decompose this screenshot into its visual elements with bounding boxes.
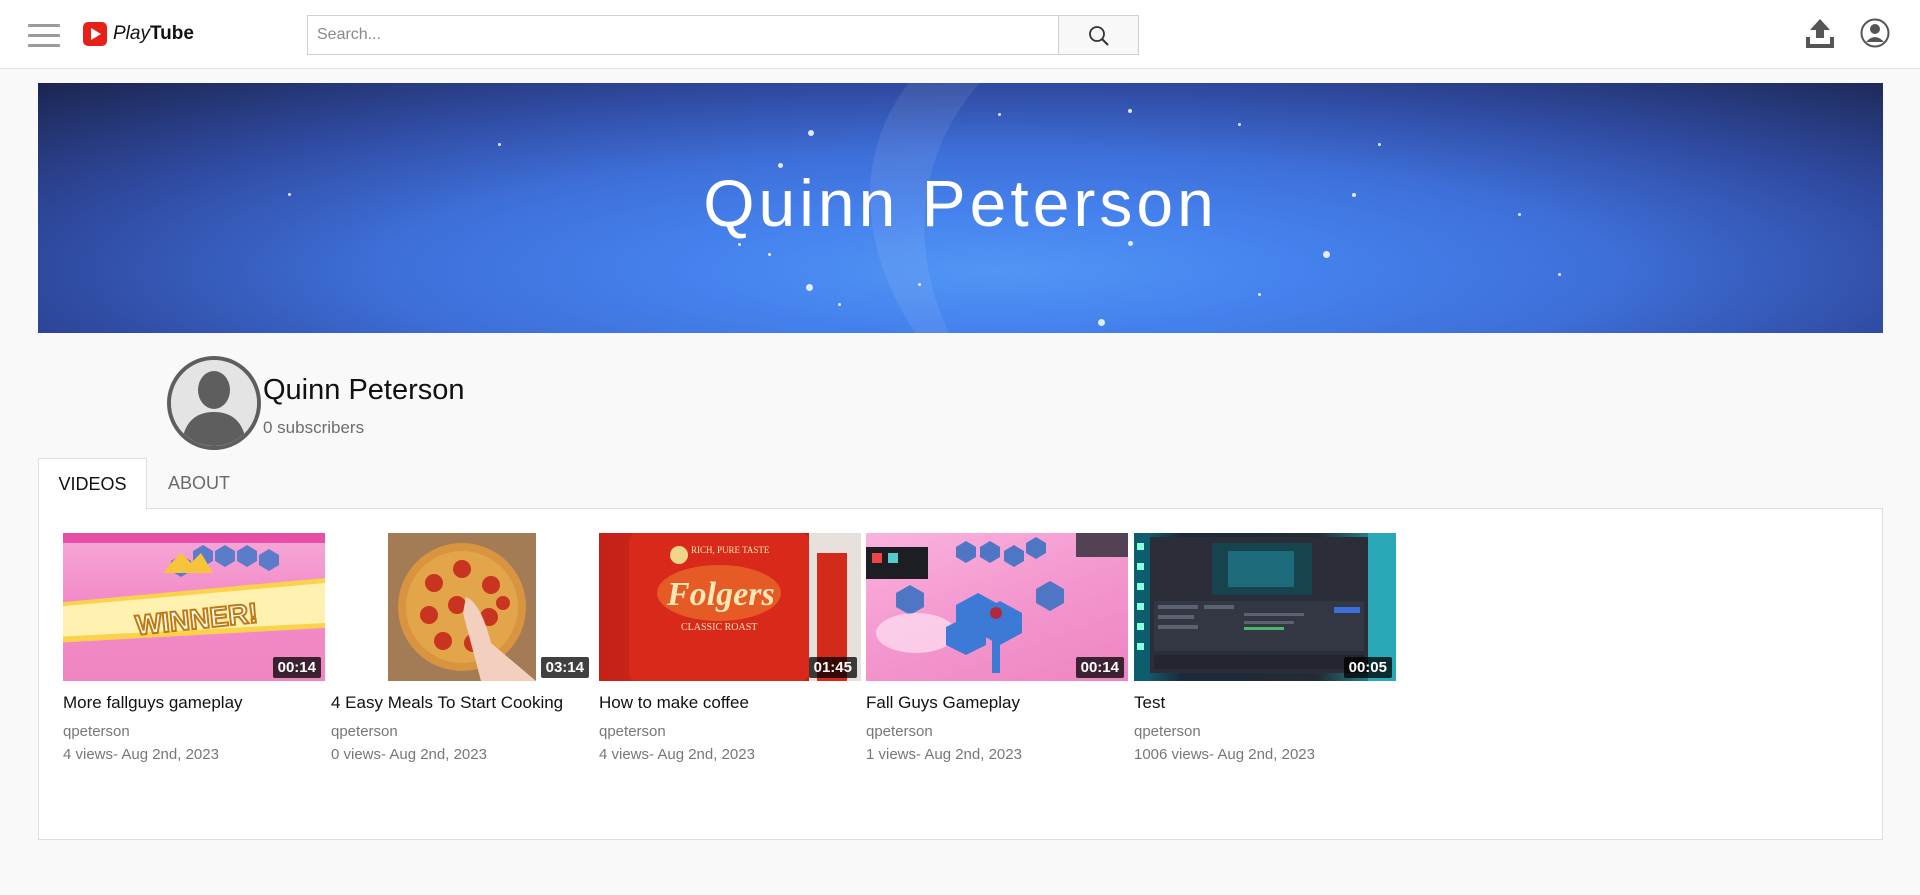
video-title[interactable]: Fall Guys Gameplay — [866, 693, 1116, 713]
video-title[interactable]: More fallguys gameplay — [63, 693, 313, 713]
default-avatar-icon — [171, 360, 257, 446]
video-meta: 1006 views- Aug 2nd, 2023 — [1134, 746, 1315, 763]
logo-text: PlayTube — [113, 23, 194, 44]
search-input[interactable] — [307, 15, 1059, 55]
banner-title: Quinn Peterson — [703, 166, 1218, 240]
upload-icon — [1806, 19, 1834, 48]
video-thumbnail[interactable]: 00:14 — [866, 533, 1128, 681]
svg-text:RICH, PURE TASTE: RICH, PURE TASTE — [691, 545, 770, 555]
video-thumbnail[interactable]: RICH, PURE TASTE Folgers CLASSIC ROAST 0… — [599, 533, 861, 681]
video-author[interactable]: qpeterson — [866, 723, 1128, 740]
search-icon — [1089, 26, 1109, 46]
video-author[interactable]: qpeterson — [63, 723, 325, 740]
channel-name: Quinn Peterson — [263, 374, 465, 406]
user-account-icon — [1860, 18, 1890, 48]
channel-banner: Quinn Peterson — [38, 83, 1883, 333]
video-card[interactable]: 00:14 Fall Guys Gameplay qpeterson 1 vie… — [866, 533, 1128, 763]
video-meta: 4 views- Aug 2nd, 2023 — [599, 746, 755, 763]
video-duration: 00:14 — [272, 657, 321, 678]
top-header: PlayTube — [0, 0, 1920, 69]
video-card[interactable]: RICH, PURE TASTE Folgers CLASSIC ROAST 0… — [599, 533, 861, 763]
hamburger-menu-icon[interactable] — [28, 24, 60, 50]
video-title[interactable]: Test — [1134, 693, 1384, 713]
video-meta: 0 views- Aug 2nd, 2023 — [331, 746, 487, 763]
video-card[interactable]: WINNER! 00:14 More fallguys gameplay qpe… — [63, 533, 325, 763]
video-duration: 00:14 — [1075, 657, 1124, 678]
video-thumbnail[interactable]: WINNER! 00:14 — [63, 533, 325, 681]
account-button[interactable] — [1860, 18, 1890, 48]
video-author[interactable]: qpeterson — [331, 723, 593, 740]
video-title[interactable]: 4 Easy Meals To Start Cooking — [331, 693, 581, 713]
video-thumbnail[interactable]: 03:14 — [331, 533, 593, 681]
video-duration: 03:14 — [540, 657, 589, 678]
video-meta: 4 views- Aug 2nd, 2023 — [63, 746, 219, 763]
subscriber-count: 0 subscribers — [263, 418, 365, 437]
svg-text:CLASSIC ROAST: CLASSIC ROAST — [681, 622, 757, 633]
channel-avatar[interactable] — [167, 356, 261, 450]
video-card[interactable]: 03:14 4 Easy Meals To Start Cooking qpet… — [331, 533, 593, 763]
video-thumbnail[interactable]: 00:05 — [1134, 533, 1396, 681]
svg-text:Folgers: Folgers — [666, 576, 775, 613]
video-duration: 01:45 — [808, 657, 857, 678]
video-author[interactable]: qpeterson — [599, 723, 861, 740]
video-duration: 00:05 — [1343, 657, 1392, 678]
video-title[interactable]: How to make coffee — [599, 693, 849, 713]
video-meta: 1 views- Aug 2nd, 2023 — [866, 746, 1022, 763]
search-button[interactable] — [1058, 15, 1139, 55]
tab-about[interactable]: ABOUT — [148, 458, 250, 509]
upload-button[interactable] — [1803, 17, 1837, 51]
video-card[interactable]: 00:05 Test qpeterson 1006 views- Aug 2nd… — [1134, 533, 1396, 763]
playtube-logo[interactable]: PlayTube — [83, 22, 194, 46]
play-logo-icon — [83, 22, 107, 46]
tab-videos[interactable]: VIDEOS — [38, 458, 147, 510]
video-author[interactable]: qpeterson — [1134, 723, 1396, 740]
